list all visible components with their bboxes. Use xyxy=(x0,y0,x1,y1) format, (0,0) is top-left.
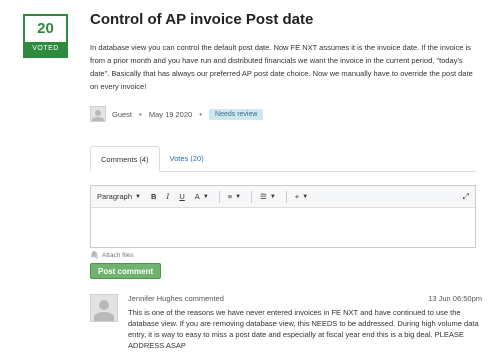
separator-dot: • xyxy=(139,109,142,119)
avatar xyxy=(90,294,118,322)
expand-icon[interactable]: ⤢ xyxy=(463,192,469,202)
comment-date: 13 Jun 06:50pm xyxy=(428,294,482,303)
author-name: Guest xyxy=(112,109,133,119)
idea-description: In database view you can control the def… xyxy=(90,43,473,91)
post-comment-button[interactable]: Post comment xyxy=(90,263,162,279)
paperclip-icon: 🖇 xyxy=(90,252,99,259)
list-icon: ☰ xyxy=(260,192,267,201)
toolbar-divider xyxy=(218,190,220,203)
attach-files-link[interactable]: 🖇 Attach files xyxy=(90,251,134,260)
italic-button[interactable]: I xyxy=(166,192,169,201)
editor-input[interactable] xyxy=(91,208,475,248)
text-color-dropdown[interactable]: A ▼ xyxy=(195,192,209,201)
chevron-down-icon: ▼ xyxy=(269,193,276,200)
idea-title: Control of AP invoice Post date xyxy=(90,11,314,28)
editor-toolbar: Paragraph ▼ B I U A ▼ ≡ ▼ ☰ ▼ + ▼ ⤢ xyxy=(91,186,475,208)
underline-button[interactable]: U xyxy=(179,192,184,201)
tab-bar: Comments (4) Votes (20) xyxy=(90,146,476,172)
plus-icon: + xyxy=(294,192,300,201)
idea-meta: Guest • May 19 2020 • Needs review xyxy=(90,106,264,122)
tab-comments[interactable]: Comments (4) xyxy=(90,146,160,172)
chevron-down-icon: ▼ xyxy=(135,193,141,200)
chevron-down-icon: ▼ xyxy=(302,193,309,200)
bold-button[interactable]: B xyxy=(151,192,156,201)
align-icon: ≡ xyxy=(227,192,233,201)
chevron-down-icon: ▼ xyxy=(235,193,242,200)
separator-dot: • xyxy=(199,109,203,119)
vote-count: 20 xyxy=(37,20,54,37)
toolbar-divider xyxy=(285,190,287,203)
paragraph-dropdown[interactable]: Paragraph ▼ xyxy=(97,192,141,201)
avatar xyxy=(90,106,106,122)
insert-dropdown[interactable]: + ▼ xyxy=(295,192,308,201)
post-date: May 19 2020 xyxy=(148,109,193,119)
vote-box[interactable]: 20 VOTED xyxy=(23,14,68,58)
status-badge: Needs review xyxy=(209,108,264,120)
voted-label: VOTED xyxy=(25,42,66,56)
tab-votes[interactable]: Votes (20) xyxy=(160,146,214,172)
comment-text: This is one of the reasons we have never… xyxy=(128,308,479,350)
list-dropdown[interactable]: ☰ ▼ xyxy=(260,192,276,201)
attach-files-label: Attach files xyxy=(101,251,134,259)
comment-author: Jennifer Hughes commented xyxy=(128,294,224,303)
comment-editor: Paragraph ▼ B I U A ▼ ≡ ▼ ☰ ▼ + ▼ ⤢ xyxy=(90,185,476,248)
align-dropdown[interactable]: ≡ ▼ xyxy=(228,192,241,201)
toolbar-divider xyxy=(251,190,253,203)
chevron-down-icon: ▼ xyxy=(202,193,209,200)
